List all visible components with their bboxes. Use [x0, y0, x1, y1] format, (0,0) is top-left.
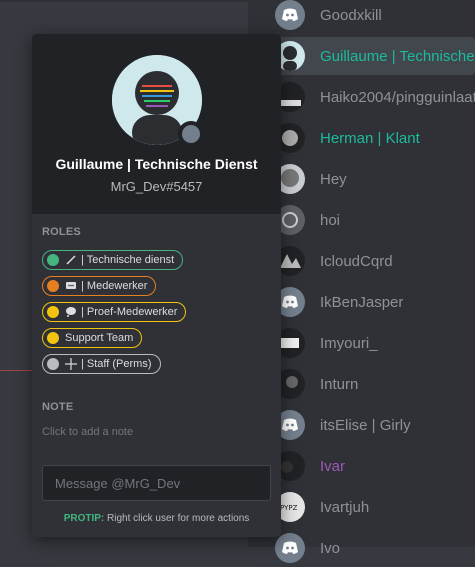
member-item[interactable]: IkBenJasper	[270, 283, 475, 321]
role-pill[interactable]: | Medewerker	[42, 276, 157, 296]
member-name: Goodxkill	[320, 6, 382, 24]
member-item[interactable]: itsElise | Girly	[270, 406, 475, 444]
role-pill[interactable]: | Staff (Perms)	[42, 354, 161, 374]
member-item[interactable]: Ivo	[270, 529, 475, 567]
member-item[interactable]: Inturn	[270, 365, 475, 403]
member-name: IkBenJasper	[320, 293, 404, 311]
new-messages-divider	[0, 370, 32, 371]
member-name: IcloudCqrd	[320, 252, 393, 270]
protip-label: PROTIP:	[63, 513, 105, 524]
member-name: Imyouri_	[320, 334, 378, 352]
member-name: hoi	[320, 211, 341, 229]
member-name: Haiko2004/pingguinlaat	[320, 88, 475, 106]
member-item-selected[interactable]: Guillaume | Technische Dienst	[270, 37, 475, 75]
member-name: Hey	[320, 170, 347, 188]
role-pill[interactable]: | Technische dienst	[42, 250, 184, 270]
popout-user-tag: MrG_Dev#5457	[110, 179, 203, 194]
member-list: Goodxkill Guillaume | Technische Dienst …	[260, 0, 475, 563]
member-item[interactable]: PYPZ Ivartjuh	[270, 488, 475, 526]
role-label: | Technische dienst	[81, 254, 175, 266]
note-section-title: NOTE	[42, 401, 74, 413]
speech-bubble-icon	[66, 282, 76, 289]
role-color-dot[interactable]	[47, 280, 59, 292]
note-input[interactable]: Click to add a note	[42, 426, 133, 438]
member-name: Herman | Klant	[320, 129, 420, 147]
member-item[interactable]: Herman | Klant	[270, 119, 475, 157]
member-name: Inturn	[320, 375, 359, 393]
protip: PROTIP: Right click user for more action…	[32, 513, 281, 524]
popout-username: Guillaume | Technische Dienst	[55, 156, 258, 172]
member-name: itsElise | Girly	[320, 416, 411, 434]
role-color-dot[interactable]	[47, 306, 59, 318]
crosshair-icon	[65, 358, 77, 370]
offline-status-icon	[178, 121, 204, 147]
member-name: Ivo	[320, 539, 341, 557]
member-item[interactable]: hoi	[270, 201, 475, 239]
user-popout: Guillaume | Technische Dienst MrG_Dev#54…	[32, 34, 281, 537]
message-input[interactable]	[53, 474, 260, 492]
role-label: | Staff (Perms)	[81, 358, 152, 370]
role-pill[interactable]: | Proef-Medewerker	[42, 302, 187, 322]
member-name: Ivartjuh	[320, 498, 370, 516]
role-pill[interactable]: Support Team	[42, 328, 143, 348]
member-item[interactable]: Haiko2004/pingguinlaat	[270, 78, 475, 116]
discord-logo-icon	[275, 533, 305, 563]
role-color-dot[interactable]	[47, 358, 59, 370]
member-name: Guillaume | Technische Dienst	[320, 47, 475, 65]
role-label: | Proef-Medewerker	[81, 306, 178, 318]
svg-text:PYPZ: PYPZ	[280, 504, 298, 512]
popout-header: Guillaume | Technische Dienst MrG_Dev#54…	[32, 34, 281, 214]
role-color-dot[interactable]	[47, 254, 59, 266]
member-item[interactable]: Hey	[270, 160, 475, 198]
member-item[interactable]: Goodxkill	[270, 0, 475, 34]
member-item[interactable]: Ivar	[270, 447, 475, 485]
member-item[interactable]: IcloudCqrd	[270, 242, 475, 280]
role-label: Support Team	[65, 332, 134, 344]
role-label: | Medewerker	[81, 280, 148, 292]
thought-bubble-icon	[66, 307, 76, 317]
protip-text: Right click user for more actions	[107, 513, 250, 524]
roles-section-title: ROLES	[42, 226, 81, 238]
wand-icon	[66, 255, 76, 265]
member-item[interactable]: Imyouri_	[270, 324, 475, 362]
discord-logo-icon	[275, 0, 305, 30]
role-color-dot[interactable]	[47, 332, 59, 344]
member-name: Ivar	[320, 457, 346, 475]
message-box[interactable]	[42, 465, 271, 501]
chat-header-divider	[0, 0, 248, 2]
